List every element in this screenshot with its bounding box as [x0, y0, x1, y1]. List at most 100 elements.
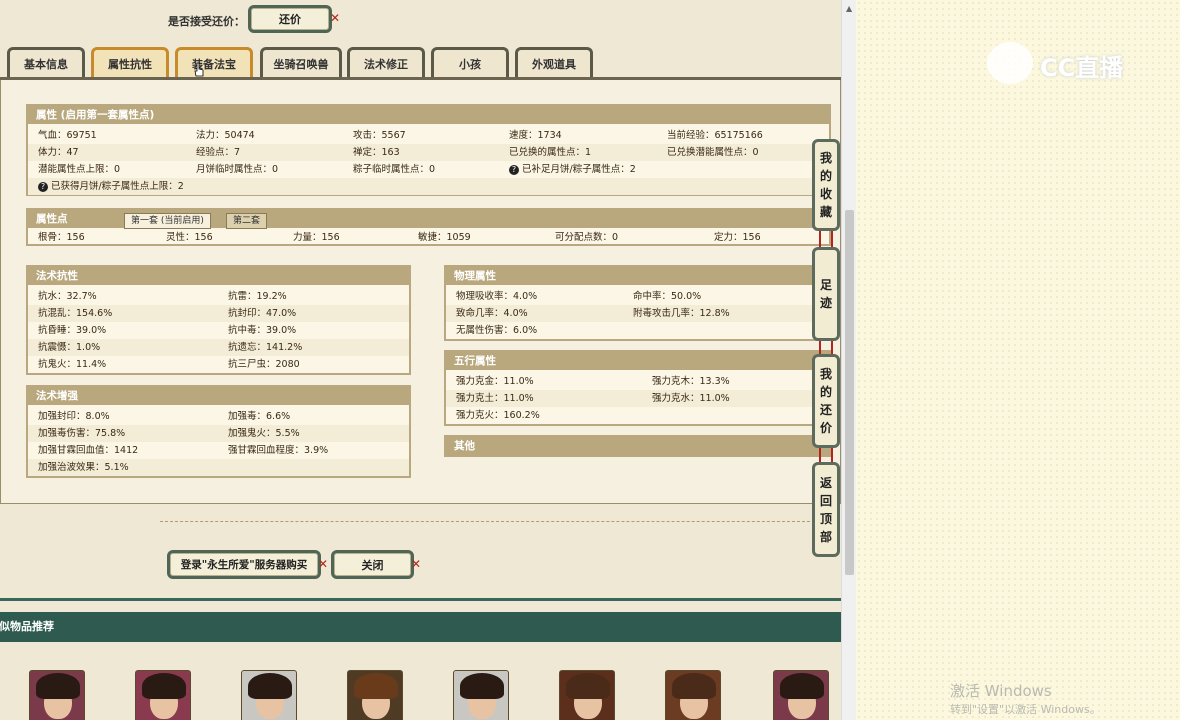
tab-equipment[interactable]: 装备法宝: [175, 47, 253, 78]
attr-mp: 法力：50474: [196, 130, 255, 141]
recommend-title: 相似物品推荐: [0, 620, 54, 633]
close-button[interactable]: 关闭: [331, 550, 414, 579]
tab-spell-mods[interactable]: 法术修正: [347, 47, 425, 78]
windows-activation-hint: 转到"设置"以激活 Windows。: [950, 703, 1101, 716]
pt-agility: 敏捷：1059: [418, 232, 471, 243]
attr-obtained-limit: ? 已获得月饼/粽子属性点上限：2: [38, 178, 184, 195]
resist-sleep: 抗昏睡：39.0%: [38, 325, 107, 336]
tab-attributes[interactable]: 属性抗性: [91, 47, 169, 78]
resist-thunder: 抗雷：19.2%: [228, 291, 287, 302]
physical-box: 物理属性 物理吸收率：4.0% 命中率：50.0% 致命几率：4.0% 附毒攻击几率…: [444, 265, 831, 341]
list-item: 无属性伤害：6.0%: [446, 322, 829, 339]
points-title-text: 属性点: [36, 213, 68, 225]
side-char: 迹: [819, 296, 832, 310]
enh-seal: 加强封印：8.0%: [38, 411, 110, 422]
attr-stamina: 体力：47: [38, 147, 79, 158]
attr-exp: 当前经验：65175166: [667, 130, 763, 141]
side-char: 的: [819, 385, 832, 399]
character-portrait-icon[interactable]: [453, 670, 509, 720]
attributes-row: 体力：47 经验点：7 禅定：163 已兑换的属性点：1 已兑换潜能属性点：0: [28, 144, 829, 161]
subtab-set-one[interactable]: 第一套 (当前启用): [124, 213, 211, 229]
attributes-row: ? 已获得月饼/粽子属性点上限：2: [28, 178, 829, 195]
tab-children[interactable]: 小孩: [431, 47, 509, 78]
close-x-icon: ✕: [330, 11, 341, 25]
pt-spirit: 灵性：156: [166, 232, 213, 243]
side-char: 顶: [819, 511, 832, 526]
side-char: 部: [819, 529, 832, 544]
scrollbar-thumb[interactable]: [845, 210, 854, 575]
character-portrait-icon[interactable]: [665, 670, 721, 720]
game-item-detail-page: 是否接受还价： 还价 ✕ 基本信息 属性抗性 装备法宝 坐骑召唤兽 法术修正 小…: [0, 0, 841, 720]
list-item: 抗混乱：154.6% 抗封印：47.0%: [28, 305, 409, 322]
back-to-top-button[interactable]: 返回顶部: [812, 462, 840, 557]
tab-basic-info[interactable]: 基本信息: [7, 47, 85, 78]
spell-resist-title: 法术抗性: [28, 267, 409, 285]
scroll-up-icon[interactable]: ▲: [846, 4, 852, 13]
phys-absorb: 物理吸收率：4.0%: [456, 291, 538, 302]
other-title: 其他: [446, 437, 829, 455]
points-row: 根骨：156 灵性：156 力量：156 敏捷：1059 可分配点数：0 定力：…: [28, 229, 829, 246]
list-item: 抗水：32.7% 抗雷：19.2%: [28, 288, 409, 305]
enh-poison-dmg: 加强毒伤害：75.8%: [38, 428, 126, 439]
resist-chaos: 抗混乱：154.6%: [38, 308, 113, 319]
attr-potential-limit: 潜能属性点上限：0: [38, 164, 121, 175]
character-portrait-icon[interactable]: [135, 670, 191, 720]
list-item: 强力克金：11.0% 强力克木：13.3%: [446, 373, 829, 390]
side-char: 返: [819, 475, 832, 490]
elem-metal: 强力克金：11.0%: [456, 376, 534, 387]
list-item: 强力克土：11.0% 强力克水：11.0%: [446, 390, 829, 407]
tab-mounts-pets[interactable]: 坐骑召唤兽: [260, 47, 342, 78]
resist-forget: 抗遗忘：141.2%: [228, 342, 303, 353]
accept-offer-label: 是否接受还价：: [168, 15, 245, 28]
attr-zongzi-temp: 粽子临时属性点：0: [353, 164, 436, 175]
help-icon[interactable]: ?: [509, 164, 519, 175]
help-icon[interactable]: ?: [38, 181, 48, 192]
spell-enhance-title: 法术增强: [28, 387, 409, 405]
spell-resist-box: 法术抗性 抗水：32.7% 抗雷：19.2% 抗混乱：154.6% 抗封印：47.0…: [26, 265, 411, 375]
other-box: 其他: [444, 435, 831, 457]
attr-mooncake-temp: 月饼临时属性点：0: [196, 164, 279, 175]
side-char: 回: [819, 493, 832, 508]
attr-zen: 禅定：163: [353, 147, 400, 158]
recommend-header: 相似物品推荐: [0, 612, 841, 642]
phys-crit: 致命几率：4.0%: [456, 308, 528, 319]
attr-replenished: ? 已补足月饼/粽子属性点：2: [509, 161, 636, 178]
page-scrollbar[interactable]: ▲: [841, 0, 856, 720]
windows-activation-watermark: 激活 Windows: [950, 682, 1052, 700]
phys-neutral-dmg: 无属性伤害：6.0%: [456, 325, 538, 336]
list-item: 加强毒伤害：75.8% 加强鬼火：5.5%: [28, 425, 409, 442]
character-portrait-icon[interactable]: [347, 670, 403, 720]
resist-ghostfire: 抗鬼火：11.4%: [38, 359, 107, 370]
enh-poison: 加强毒：6.6%: [228, 411, 291, 422]
side-char: 价: [819, 421, 832, 435]
attr-hp: 气血：69751: [38, 130, 97, 141]
my-offers-button[interactable]: 我的还价: [812, 354, 840, 448]
character-portrait-icon[interactable]: [773, 670, 829, 720]
phys-poison-attack: 附毒攻击几率：12.8%: [633, 308, 730, 319]
character-portrait-icon[interactable]: [29, 670, 85, 720]
attr-attack: 攻击：5567: [353, 130, 406, 141]
side-char: 的: [819, 169, 832, 183]
attributes-box: 属性 (启用第一套属性点) 气血：69751 法力：50474 攻击：5567 …: [26, 104, 831, 196]
list-item: 加强甘霖回血值：1412 强甘霖回血程度：3.9%: [28, 442, 409, 459]
character-portrait-icon[interactable]: [559, 670, 615, 720]
elem-fire: 强力克火：160.2%: [456, 410, 540, 421]
counter-offer-button[interactable]: 还价: [248, 5, 332, 33]
spell-enhance-box: 法术增强 加强封印：8.0% 加强毒：6.6% 加强毒伤害：75.8% 加强鬼火：5…: [26, 385, 411, 478]
enh-ghostfire: 加强鬼火：5.5%: [228, 428, 300, 439]
attr-exp-points: 经验点：7: [196, 147, 241, 158]
pt-strength: 力量：156: [293, 232, 340, 243]
subtab-set-two[interactable]: 第二套: [226, 213, 268, 229]
physical-title: 物理属性: [446, 267, 829, 285]
enh-heal-degree: 强甘霖回血程度：3.9%: [228, 445, 329, 456]
phys-hit: 命中率：50.0%: [633, 291, 702, 302]
resist-seal: 抗封印：47.0%: [228, 308, 297, 319]
footprint-button[interactable]: 足迹: [812, 247, 840, 341]
tab-appearance[interactable]: 外观道具: [515, 47, 593, 78]
login-to-buy-button[interactable]: 登录"永生所爱"服务器购买: [167, 550, 321, 579]
list-item: 抗鬼火：11.4% 抗三尸虫：2080: [28, 356, 409, 373]
attributes-title: 属性 (启用第一套属性点): [28, 106, 829, 124]
cc-live-logo-icon: [987, 42, 1033, 84]
my-favorites-button[interactable]: 我的收藏: [812, 139, 840, 231]
character-portrait-icon[interactable]: [241, 670, 297, 720]
